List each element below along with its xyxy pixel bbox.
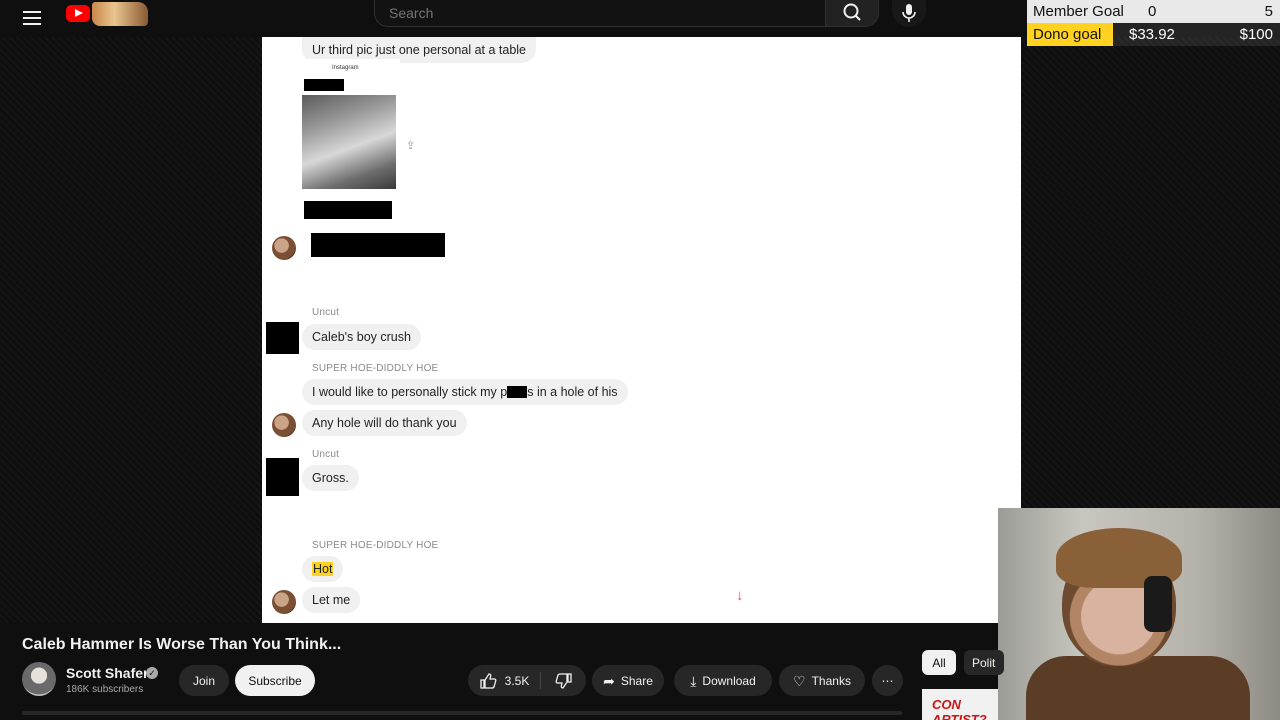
microphone-button[interactable]	[892, 0, 926, 27]
dislike-button[interactable]	[541, 665, 586, 696]
member-goal-current: 0	[1148, 3, 1157, 20]
message-bubble: I would like to personally stick my p s i…	[302, 379, 628, 405]
video-title: Caleb Hammer Is Worse Than You Think...	[22, 636, 342, 653]
share-arrow-icon: ➦	[603, 672, 615, 689]
top-bar	[0, 0, 1025, 37]
channel-name[interactable]: Scott Shafer	[66, 665, 148, 681]
hamburger-menu-icon[interactable]	[18, 6, 46, 30]
backdrop-right	[1021, 37, 1280, 508]
thanks-heart-icon: ♡	[793, 672, 806, 689]
arrow-down-icon[interactable]: ↓	[736, 587, 744, 604]
recommended-thumbnail[interactable]: CON ARTIST?	[922, 689, 998, 720]
search-icon	[843, 3, 861, 21]
share-label: Share	[620, 673, 653, 688]
thanks-label: Thanks	[811, 673, 851, 688]
member-goal-target: 5	[1264, 3, 1273, 20]
message-bubble: Let me	[302, 587, 361, 613]
webcam-body	[1026, 656, 1250, 720]
message-bubble: Caleb's boy crush	[302, 324, 421, 350]
backdrop-left	[0, 37, 262, 623]
member-goal-label: Member Goal	[1033, 3, 1124, 20]
search-button[interactable]	[825, 0, 879, 27]
sender-name: SUPER HOE-DIDDLY HOE	[312, 363, 439, 374]
channel-logo-art	[92, 2, 148, 26]
screen: Member Goal 0 5 Dono goal $33.92 $100 Ur…	[0, 0, 1280, 720]
youtube-logo[interactable]	[66, 2, 150, 30]
like-dislike-group: 3.5K	[468, 665, 586, 696]
share-button[interactable]: ➦ Share	[592, 665, 664, 696]
member-goal-row: Member Goal 0 5	[1027, 0, 1280, 23]
avatar	[266, 458, 299, 496]
video-player-chat-screenshot[interactable]: Ur third pic just one personal at a tabl…	[262, 37, 1021, 623]
avatar	[272, 590, 296, 614]
more-actions-button[interactable]: ⋯	[872, 665, 903, 696]
thumbs-up-icon	[480, 672, 497, 689]
verified-icon: ✓	[146, 667, 158, 679]
channel-avatar[interactable]	[22, 662, 56, 696]
chip-politics[interactable]: Polit	[964, 650, 1004, 675]
shared-post-title: Instagram	[332, 65, 359, 71]
join-label: Join	[192, 673, 215, 688]
youtube-play-icon	[66, 5, 90, 22]
subscriber-count: 186K subscribers	[66, 684, 144, 695]
chip-politics-label: Polit	[972, 655, 996, 670]
message-bubble: Gross.	[302, 465, 359, 491]
sender-name: SUPER HOE-DIDDLY HOE	[312, 540, 439, 551]
microphone-icon	[902, 4, 916, 22]
message-text: I would like to personally stick my p	[312, 385, 508, 399]
avatar	[272, 413, 296, 437]
download-icon: ⤓	[690, 672, 697, 689]
streamer-webcam	[998, 508, 1280, 720]
download-label: Download	[702, 673, 756, 688]
shared-photo	[302, 95, 396, 189]
thanks-button[interactable]: ♡ Thanks	[779, 665, 865, 696]
avatar	[272, 236, 296, 260]
webcam-headset	[1144, 576, 1172, 632]
like-count: 3.5K	[504, 673, 530, 688]
message-bubble: Hot	[302, 556, 344, 582]
redaction-bar	[304, 79, 344, 91]
thumbnail-text: CON ARTIST?	[932, 697, 987, 720]
chip-all[interactable]: All	[922, 650, 956, 675]
redaction-bar	[507, 386, 528, 398]
sender-name: Uncut	[312, 449, 340, 460]
like-button[interactable]: 3.5K	[468, 665, 540, 696]
sender-name: Uncut	[312, 307, 340, 318]
video-info-bar: Caleb Hammer Is Worse Than You Think... …	[0, 623, 1004, 720]
share-icon: ⇪	[406, 140, 416, 152]
subscribe-button[interactable]: Subscribe	[235, 665, 315, 696]
shared-post-preview: Instagram	[302, 59, 400, 225]
redaction-bar	[304, 201, 392, 219]
more-icon: ⋯	[881, 673, 894, 688]
search-input[interactable]	[389, 5, 809, 21]
chip-all-label: All	[932, 655, 946, 670]
download-button[interactable]: ⤓ Download	[674, 665, 772, 696]
join-button[interactable]: Join	[179, 665, 229, 696]
search-box	[374, 0, 826, 27]
avatar	[266, 322, 299, 354]
message-bubble: Any hole will do thank you	[302, 410, 467, 436]
bottom-divider-bar	[22, 711, 902, 715]
message-text: s in a hole of his	[527, 385, 618, 399]
message-text: Hot	[312, 562, 334, 576]
subscribe-label: Subscribe	[248, 673, 302, 688]
redaction-bar	[311, 233, 445, 257]
thumbs-down-icon	[555, 672, 572, 689]
